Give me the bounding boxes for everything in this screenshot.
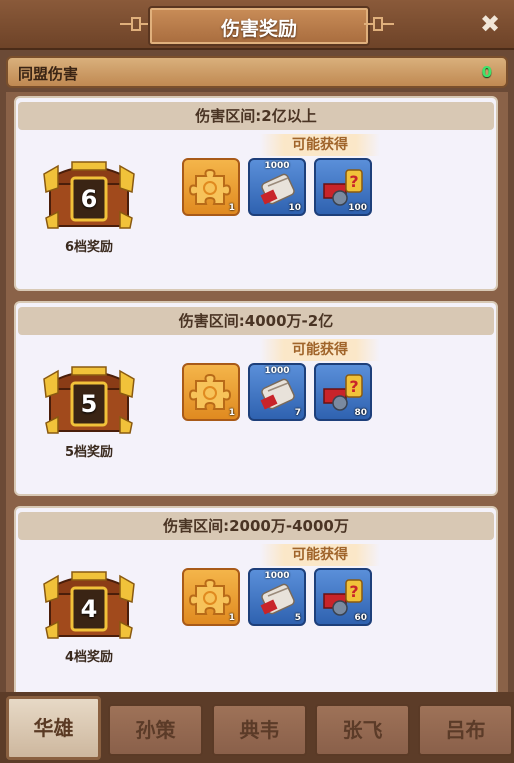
treasure-chest-icon[interactable]: 6	[42, 148, 136, 232]
reward-item[interactable]: 1	[182, 363, 240, 421]
reward-card: 伤害区间:4000万-2亿 可能获得 5 5档奖励 1 1000 7? 80	[14, 301, 498, 496]
page-title: 伤害奖励	[220, 18, 297, 40]
item-count: 5	[294, 613, 301, 623]
reward-card: 伤害区间:2亿以上 可能获得 6 6档奖励 1 1000 10? 100	[14, 96, 498, 291]
boss-tab-bar: 华雄 孙策 典韦 张飞 吕布	[0, 692, 514, 763]
ornament-left-icon	[120, 17, 150, 31]
reward-item[interactable]: ? 60	[314, 568, 372, 626]
item-top-value: 1000	[264, 571, 290, 581]
item-count: 10	[288, 203, 301, 213]
alliance-damage-bar: 同盟伤害 0	[6, 56, 508, 88]
alliance-damage-value: 0	[481, 63, 492, 81]
reward-list[interactable]: 伤害区间:2亿以上可能获得 6 6档奖励 1 1000 10? 100 伤害区间:4000万-…	[6, 92, 508, 692]
reward-card: 伤害区间:2000万-4000万 可能获得 4 4档奖励 1 1000 5? 60	[14, 506, 498, 692]
item-count: 1	[228, 408, 235, 418]
close-icon: ✖	[479, 10, 501, 38]
svg-text:?: ?	[349, 172, 358, 191]
item-count: 60	[354, 613, 367, 623]
tab-boss[interactable]: 华雄	[6, 696, 101, 760]
title-bar: 伤害奖励 ✖	[0, 0, 514, 50]
tier-reward-label: 5档奖励	[64, 445, 114, 460]
possible-rewards-label: 可能获得	[260, 339, 380, 361]
reward-item[interactable]: ? 80	[314, 363, 372, 421]
tab-boss[interactable]: 张飞	[315, 704, 410, 756]
tab-boss[interactable]: 典韦	[212, 704, 307, 756]
item-top-value: 1000	[264, 161, 290, 171]
item-count: 80	[354, 408, 367, 418]
damage-range-header: 伤害区间:2000万-4000万	[18, 512, 494, 540]
reward-item[interactable]: ? 100	[314, 158, 372, 216]
svg-text:?: ?	[349, 377, 358, 396]
damage-range-header: 伤害区间:4000万-2亿	[18, 307, 494, 335]
treasure-chest-icon[interactable]: 5	[42, 353, 136, 437]
tab-boss[interactable]: 孙策	[108, 704, 203, 756]
tier-reward-label: 6档奖励	[64, 240, 114, 255]
treasure-chest-icon[interactable]: 4	[42, 558, 136, 642]
reward-item[interactable]: 1	[182, 568, 240, 626]
possible-rewards-label: 可能获得	[260, 134, 380, 156]
title-plate: 伤害奖励	[148, 6, 370, 46]
reward-item[interactable]: 1000 5	[248, 568, 306, 626]
damage-range-header: 伤害区间:2亿以上	[18, 102, 494, 130]
possible-rewards-label: 可能获得	[260, 544, 380, 566]
chest-tier-number: 4	[80, 595, 98, 623]
ornament-right-icon	[364, 17, 394, 31]
reward-item[interactable]: 1	[182, 158, 240, 216]
reward-item[interactable]: 1000 10	[248, 158, 306, 216]
item-count: 7	[294, 408, 301, 418]
item-top-value: 1000	[264, 366, 290, 376]
tier-reward-label: 4档奖励	[64, 650, 114, 665]
reward-item[interactable]: 1000 7	[248, 363, 306, 421]
tab-boss[interactable]: 吕布	[418, 704, 513, 756]
item-count: 1	[228, 613, 235, 623]
alliance-damage-label: 同盟伤害	[18, 65, 79, 83]
chest-tier-number: 5	[80, 390, 98, 418]
close-button[interactable]: ✖	[476, 10, 504, 38]
item-count: 1	[228, 203, 235, 213]
item-count: 100	[348, 203, 367, 213]
svg-text:?: ?	[349, 582, 358, 601]
chest-tier-number: 6	[80, 185, 98, 213]
